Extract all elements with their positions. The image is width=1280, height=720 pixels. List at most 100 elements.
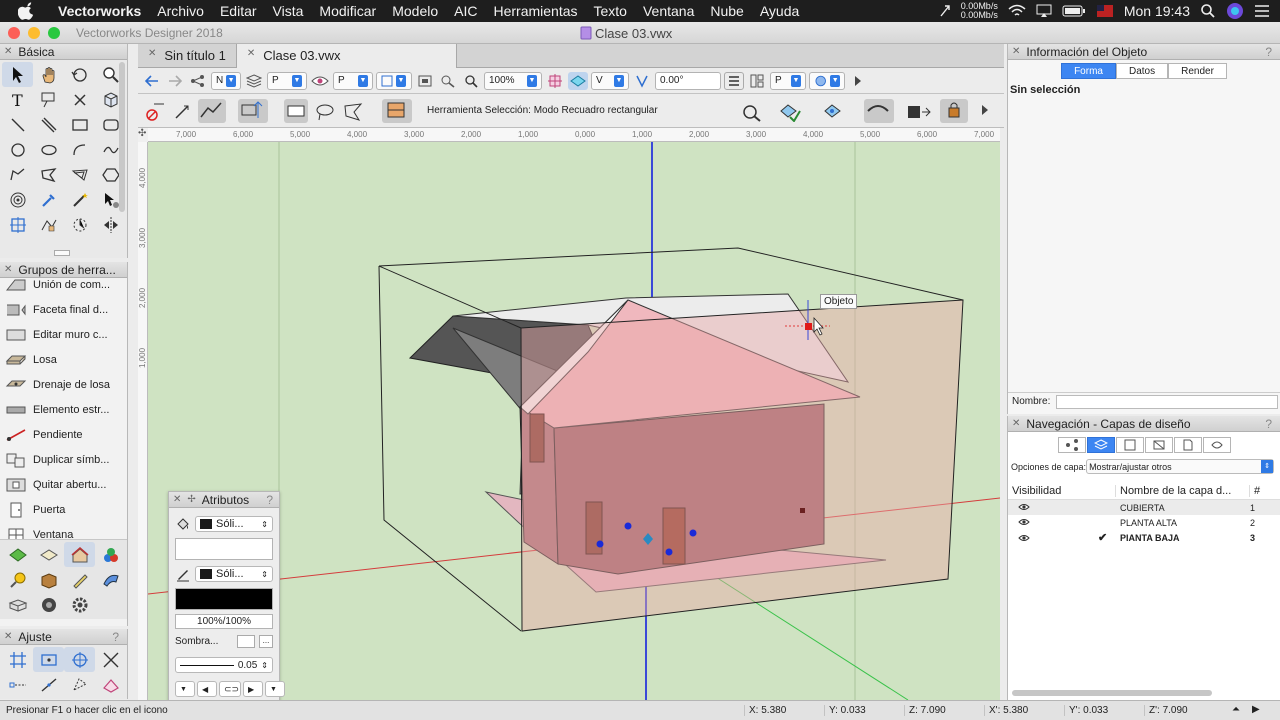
working-plane-button[interactable] <box>545 72 565 90</box>
shadow-toggle[interactable] <box>237 634 255 648</box>
coord-z-prime[interactable]: Z': 7.090 <box>1144 705 1188 716</box>
rectangle-marquee-mode[interactable] <box>284 99 308 123</box>
menubar-clock[interactable]: Mon 19:43 <box>1124 3 1190 19</box>
close-icon[interactable]: ✕ <box>4 264 12 275</box>
more-modebar-button[interactable] <box>980 104 990 119</box>
toolset-building-shell[interactable] <box>64 542 95 567</box>
layout-button[interactable] <box>747 72 767 90</box>
select-visible-button[interactable] <box>864 99 894 123</box>
callout-tool[interactable] <box>33 87 64 112</box>
selection-tool[interactable] <box>2 62 33 87</box>
menu-herramientas[interactable]: Herramientas <box>485 3 585 19</box>
snap-to-distance[interactable] <box>2 672 33 697</box>
smart-points[interactable] <box>33 672 64 697</box>
pen-color-preview[interactable] <box>175 588 273 610</box>
tab-render[interactable]: Render <box>1168 63 1227 79</box>
fit-to-page-button[interactable] <box>438 72 458 90</box>
tab-clase-03[interactable]: ✕ Clase 03.vwx <box>236 44 457 68</box>
fill-style-select[interactable]: Sóli... ⇕ <box>195 516 273 532</box>
ruler-origin[interactable]: ✣ <box>138 128 148 142</box>
text-tool[interactable]: T <box>2 87 33 112</box>
double-polygon-tool[interactable] <box>64 162 95 187</box>
toolset-dims[interactable] <box>33 542 64 567</box>
smart-edge[interactable] <box>64 672 95 697</box>
reshape-handle[interactable] <box>596 540 604 548</box>
spiral-tool[interactable] <box>2 187 33 212</box>
zoom-window-button[interactable] <box>48 27 60 39</box>
wifi-icon[interactable] <box>1008 4 1026 18</box>
col-layer-name[interactable]: Nombre de la capa d... <box>1116 484 1250 497</box>
tool-item-remove-opening[interactable]: Quitar abertu... <box>0 472 127 497</box>
snap-to-tangent[interactable] <box>95 672 126 697</box>
tool-item-slope[interactable]: Pendiente <box>0 422 127 447</box>
vertical-ruler[interactable]: 4,000 3,000 2,000 1,000 <box>138 128 148 700</box>
lock-button[interactable] <box>940 99 968 123</box>
more-viewbar-button[interactable] <box>848 72 868 90</box>
toolset-drafting[interactable] <box>64 567 95 592</box>
nav-tab-viewports[interactable] <box>1144 437 1173 453</box>
tab-sin-titulo-1[interactable]: ✕ Sin título 1 <box>138 44 237 68</box>
menu-ayuda[interactable]: Ayuda <box>752 3 807 19</box>
palette-expand-handle[interactable] <box>54 250 70 256</box>
wall-tool[interactable] <box>33 112 64 137</box>
link-markers-button[interactable]: ⊂⊃ <box>219 681 241 697</box>
end-marker-select[interactable]: ▼ <box>265 681 285 697</box>
reshape-handle[interactable] <box>624 522 632 530</box>
close-icon[interactable]: ✕ <box>4 46 12 57</box>
active-layer-select[interactable]: P ▼ <box>267 71 307 90</box>
snap-loci-button[interactable] <box>740 102 764 125</box>
active-class-select[interactable]: N ▼ <box>211 71 241 90</box>
circle-tool[interactable] <box>2 137 33 162</box>
rotate-plan-button[interactable] <box>632 72 652 90</box>
lasso-mode[interactable] <box>314 102 336 125</box>
toolset-gear[interactable] <box>64 592 95 617</box>
move-handle-icon[interactable]: ✢ <box>187 494 195 505</box>
minimize-window-button[interactable] <box>28 27 40 39</box>
name-input[interactable] <box>1056 394 1278 409</box>
nav-tab-saved-views[interactable] <box>1173 437 1202 453</box>
eye-icon[interactable] <box>1018 518 1030 526</box>
notification-center-icon[interactable] <box>1254 4 1270 18</box>
layer-options-select[interactable]: Mostrar/ajustar otros ⇕ <box>1086 459 1274 474</box>
line-tool[interactable] <box>2 112 33 137</box>
coord-z[interactable]: Z: 7.090 <box>904 705 946 716</box>
tool-item-duplicate-symbol[interactable]: Duplicar símb... <box>0 447 127 472</box>
tool-item-end-cap[interactable]: Faceta final d... <box>0 297 127 322</box>
coord-x-prime[interactable]: X': 5.380 <box>984 705 1028 716</box>
snap-cursor-button[interactable] <box>778 102 808 125</box>
fit-to-objects-button[interactable] <box>415 72 435 90</box>
nav-tab-sheet-layers[interactable] <box>1115 437 1144 453</box>
layer-stack-button[interactable] <box>724 71 744 90</box>
end-marker-arrow[interactable]: ▶ <box>243 681 263 697</box>
close-window-button[interactable] <box>8 27 20 39</box>
toolset-detailing[interactable] <box>2 567 33 592</box>
polygon-marquee-mode[interactable] <box>342 102 364 125</box>
snap-to-angle[interactable] <box>64 647 95 672</box>
reshape-handle[interactable] <box>665 548 673 556</box>
nav-tab-design-layers[interactable] <box>1086 437 1115 453</box>
class-visibility-button[interactable] <box>188 72 208 90</box>
menu-modelo[interactable]: Modelo <box>384 3 446 19</box>
help-icon[interactable]: ? <box>1265 45 1272 59</box>
tool-item-edit-wall[interactable]: Editar muro c... <box>0 322 127 347</box>
spotlight-search-icon[interactable] <box>1200 3 1216 19</box>
object-snap-button[interactable] <box>822 102 852 125</box>
reshape-tool[interactable] <box>33 212 64 237</box>
zoom-button[interactable] <box>461 72 481 90</box>
tool-item-slab[interactable]: Losa <box>0 347 127 372</box>
toolset-furniture[interactable] <box>33 567 64 592</box>
coord-y[interactable]: Y: 0.033 <box>824 705 866 716</box>
menu-nube[interactable]: Nube <box>702 3 751 19</box>
battery-icon[interactable] <box>1062 5 1086 17</box>
mirror-tool[interactable] <box>95 212 126 237</box>
help-icon[interactable]: ? <box>112 630 119 644</box>
opacity-field[interactable]: 100%/100% <box>175 614 273 629</box>
tool-item-door[interactable]: Puerta <box>0 497 127 522</box>
rectangle-tool[interactable] <box>64 112 95 137</box>
rotation-field[interactable]: 0.00° <box>655 71 721 90</box>
transform-mode[interactable] <box>238 99 268 123</box>
close-icon[interactable]: ✕ <box>1012 418 1020 429</box>
coord-x[interactable]: X: 5.380 <box>744 705 786 716</box>
navigation-scrollbar[interactable] <box>1012 690 1212 696</box>
pen-style-select[interactable]: Sóli... ⇕ <box>195 566 273 582</box>
